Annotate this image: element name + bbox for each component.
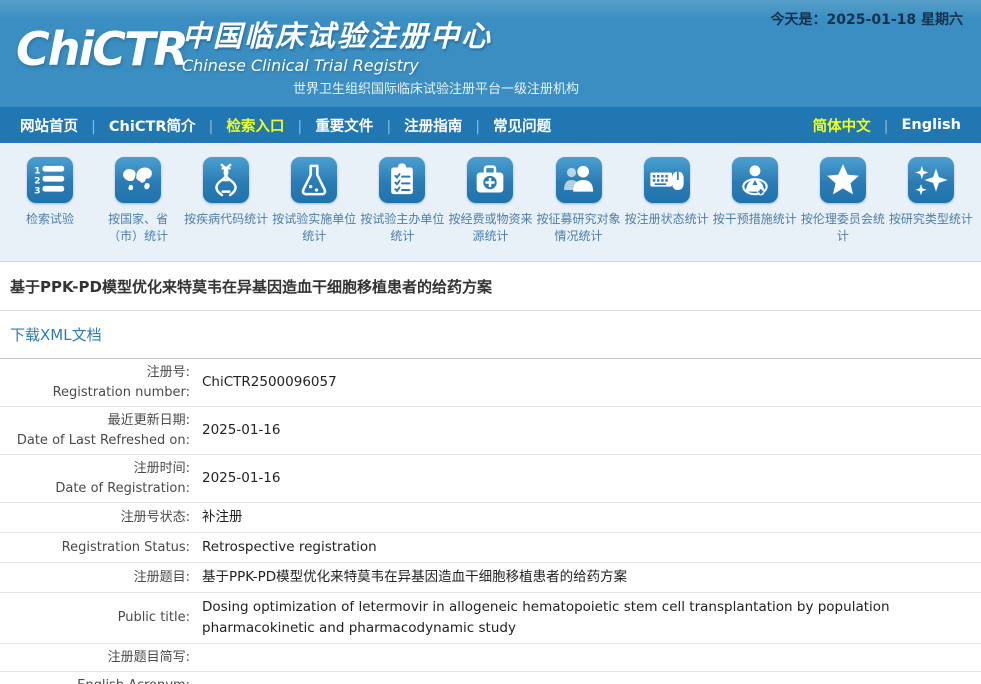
tool-label: 按注册状态统计: [624, 211, 710, 228]
table-row-acronym-en: English Acronym:: [0, 672, 981, 684]
tool-by-study-type[interactable]: 按研究类型统计: [887, 157, 975, 251]
page-title: 基于PPK-PD模型优化来特莫韦在异基因造血干细胞移植患者的给药方案: [0, 262, 981, 311]
tool-by-disease-code[interactable]: 按疾病代码统计: [182, 157, 270, 251]
site-title-zh: 中国临床试验注册中心: [182, 13, 492, 55]
tool-label: 检索试验: [7, 211, 93, 228]
doctor-icon: [732, 157, 778, 203]
row-value: Retrospective registration: [202, 537, 981, 558]
table-row-last-refreshed: 最近更新日期: Date of Last Refreshed on: 2025-…: [0, 407, 981, 455]
medical-bag-icon: [467, 157, 513, 203]
row-value: 基于PPK-PD模型优化来特莫韦在异基因造血干细胞移植患者的给药方案: [202, 567, 981, 588]
sparkles-icon: [908, 157, 954, 203]
people-group-icon: [556, 157, 602, 203]
tool-by-intervention[interactable]: 按干预措施统计: [711, 157, 799, 251]
svg-text:3: 3: [34, 185, 40, 196]
table-row-registration-status-en: Registration Status: Retrospective regis…: [0, 533, 981, 563]
tool-search-trials[interactable]: 1 2 3 检索试验: [6, 157, 94, 251]
star-icon: [820, 157, 866, 203]
row-value: Dosing optimization of letermovir in all…: [202, 597, 981, 639]
numbered-list-icon: 1 2 3: [27, 157, 73, 203]
row-label-zh: 注册题目:: [0, 568, 190, 588]
site-header: ChiCTR 中国临床试验注册中心 Chinese Clinical Trial…: [0, 0, 981, 107]
row-label-zh: 注册号:: [0, 363, 190, 383]
tool-label: 按经费或物资来源统计: [447, 211, 533, 246]
main-navbar: 网站首页 ChiCTR简介 检索入口 重要文件 注册指南 常见问题 简体中文 E…: [0, 107, 981, 143]
lang-simplified-chinese[interactable]: 简体中文: [813, 115, 902, 136]
clipboard-check-icon: [379, 157, 425, 203]
tool-by-sponsor-unit[interactable]: 按试验主办单位统计: [358, 157, 446, 251]
tool-by-funding-source[interactable]: 按经费或物资来源统计: [446, 157, 534, 251]
nav-menu: 网站首页 ChiCTR简介 检索入口 重要文件 注册指南 常见问题: [20, 115, 551, 136]
site-title-block: 中国临床试验注册中心 Chinese Clinical Trial Regist…: [182, 13, 492, 75]
tool-by-implementing-unit[interactable]: 按试验实施单位统计: [270, 157, 358, 251]
row-label-en: Public title:: [0, 608, 190, 628]
world-map-icon: [115, 157, 161, 203]
row-label-en: English Acronym:: [0, 676, 190, 684]
nav-item-guide[interactable]: 注册指南: [404, 115, 493, 136]
tool-by-registration-status[interactable]: 按注册状态统计: [623, 157, 711, 251]
table-row-date-of-registration: 注册时间: Date of Registration: 2025-01-16: [0, 455, 981, 503]
table-row-public-title-en: Public title: Dosing optimization of let…: [0, 593, 981, 644]
tool-by-recruitment-status[interactable]: 按征募研究对象情况统计: [535, 157, 623, 251]
row-label-en: Registration number:: [0, 383, 190, 403]
nav-item-faq[interactable]: 常见问题: [493, 115, 551, 136]
row-value: 2025-01-16: [202, 420, 981, 441]
row-label-zh: 注册时间:: [0, 459, 190, 479]
site-subtitle: 世界卫生组织国际临床试验注册平台一级注册机构: [293, 78, 579, 97]
chictr-logo[interactable]: ChiCTR: [16, 22, 187, 76]
table-row-registration-status-zh: 注册号状态: 补注册: [0, 503, 981, 533]
statistics-toolbar: 1 2 3 检索试验 按国家、省（市）统计: [0, 143, 981, 262]
tool-label: 按干预措施统计: [712, 211, 798, 228]
row-value: 补注册: [202, 507, 981, 528]
row-label-en: Date of Registration:: [0, 479, 190, 499]
row-value: 2025-01-16: [202, 468, 981, 489]
nav-item-about[interactable]: ChiCTR简介: [109, 115, 227, 136]
table-row-public-title-zh: 注册题目: 基于PPK-PD模型优化来特莫韦在异基因造血干细胞移植患者的给药方案: [0, 563, 981, 593]
dna-icon: [203, 157, 249, 203]
tool-label: 按伦理委员会统计: [800, 211, 886, 246]
tool-by-country-province[interactable]: 按国家、省（市）统计: [94, 157, 182, 251]
today-date: 今天是：2025-01-18 星期六: [771, 9, 963, 29]
row-value: ChiCTR2500096057: [202, 372, 981, 393]
tool-label: 按征募研究对象情况统计: [536, 211, 622, 246]
download-xml-link[interactable]: 下载XML文档: [0, 311, 981, 359]
site-title-en: Chinese Clinical Trial Registry: [182, 56, 492, 75]
row-label-zh: 注册号状态:: [0, 508, 190, 528]
keyboard-mouse-icon: [644, 157, 690, 203]
nav-item-home[interactable]: 网站首页: [20, 115, 109, 136]
nav-item-documents[interactable]: 重要文件: [315, 115, 404, 136]
table-row-registration-number: 注册号: Registration number: ChiCTR25000960…: [0, 359, 981, 407]
tool-label: 按研究类型统计: [888, 211, 974, 228]
row-label-zh: 最近更新日期:: [0, 411, 190, 431]
table-row-acronym-zh: 注册题目简写:: [0, 644, 981, 673]
tool-by-ethics-committee[interactable]: 按伦理委员会统计: [799, 157, 887, 251]
row-label-en: Registration Status:: [0, 538, 190, 558]
registration-detail-table: 注册号: Registration number: ChiCTR25000960…: [0, 359, 981, 684]
language-switch: 简体中文 English: [813, 115, 961, 136]
tool-label: 按国家、省（市）统计: [95, 211, 181, 246]
row-label-en: Date of Last Refreshed on:: [0, 431, 190, 451]
tool-label: 按疾病代码统计: [183, 211, 269, 228]
lang-english[interactable]: English: [901, 117, 961, 133]
row-label-zh: 注册题目简写:: [0, 648, 190, 668]
nav-item-search-entry[interactable]: 检索入口: [226, 115, 315, 136]
tool-label: 按试验主办单位统计: [359, 211, 445, 246]
tool-label: 按试验实施单位统计: [271, 211, 357, 246]
flask-icon: [291, 157, 337, 203]
